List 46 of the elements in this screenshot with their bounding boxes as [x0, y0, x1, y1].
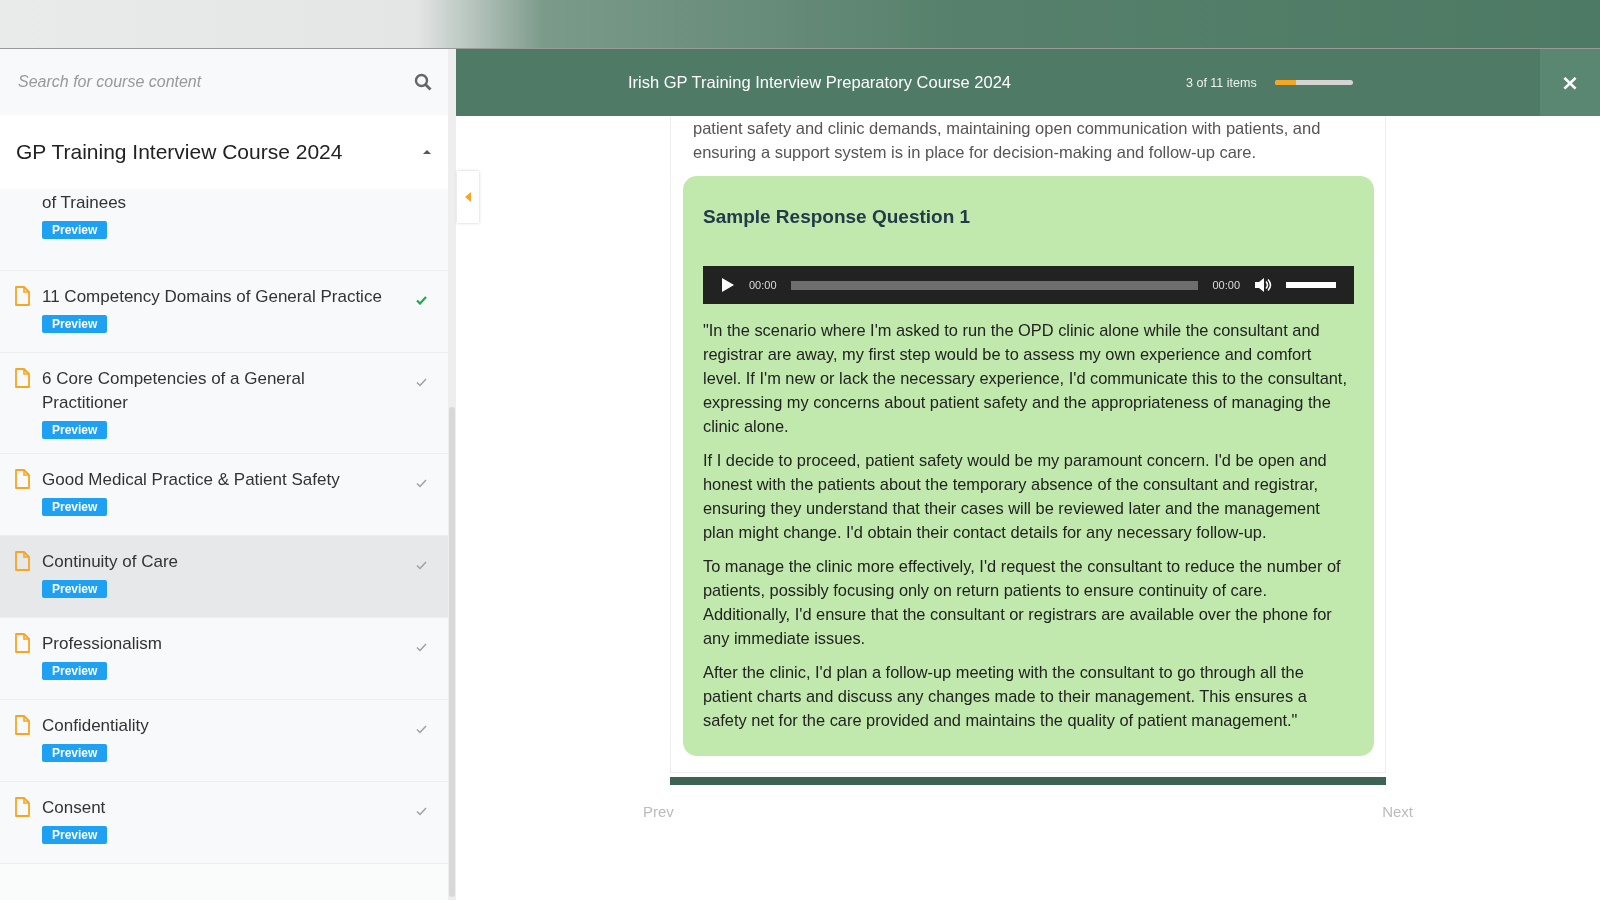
lesson-item[interactable]: Continuity of Care Preview [0, 536, 448, 618]
lesson-title: Professionalism [42, 633, 162, 655]
document-icon [14, 551, 30, 571]
response-paragraph: If I decide to proceed, patient safety would be my paramount concern. I'd be open and honest with the patients about the temporary absence of the consultant and registrar, ensuring they understand that their cases will be reviewed later and the management plan might change. I'd obtain their contact details for any necessary follow-up. [703, 450, 1328, 543]
document-icon [14, 368, 30, 388]
seek-bar[interactable] [790, 280, 1199, 290]
lesson-title: 6 Core Competencies of a General Practitioner [42, 368, 306, 414]
lesson-title: 11 Competency Domains of General Practice [42, 286, 382, 308]
play-icon[interactable] [721, 277, 735, 293]
response-paragraph: "In the scenario where I'm asked to run the OPD clinic alone while the consultant and registrar are away, my first step would be to assess my own experience and comfort level. If I'm new or lack the necessary experience, I'd communicate this to the consultant, expressing my concerns about patient safety and the appropriateness of managing the clinic alone. [703, 320, 1348, 437]
lesson-title: Good Medical Practice & Patient Safety [42, 469, 340, 491]
sidebar-toggle[interactable] [457, 171, 479, 223]
preview-badge: Preview [42, 221, 108, 239]
document-icon [14, 715, 30, 735]
lesson-title: of Trainees [42, 192, 127, 214]
caret-icon [465, 192, 471, 202]
preview-badge: Preview [42, 421, 108, 439]
collapse-icon[interactable] [422, 149, 432, 155]
current-time: 00:00 [749, 279, 777, 291]
response-paragraph: After the clinic, I'd plan a follow-up meeting with the consultant to go through all the patient charts and discuss any changes made to their management. This ensures a safety net for the care provided and maintains the quality of patient management." [703, 662, 1308, 731]
close-button[interactable]: × [1540, 49, 1600, 116]
search-field[interactable]: Search for course content [16, 72, 406, 92]
scrollbar[interactable] [449, 407, 455, 897]
section-title: GP Training Interview Course 2024 [16, 140, 343, 164]
panel-title: Sample Response Question 1 [703, 206, 972, 228]
response-paragraph: To manage the clinic more effectively, I'd request the consultant to reduce the number of patients, possibly focusing only on return patients to ensure continuity of care. Additionally, I'd ensure that the consultant or registrars are available over the phone for any immediate issues. [703, 556, 1342, 649]
lesson-title: Confidentiality [42, 715, 149, 737]
course-title: Irish GP Training Interview Preparatory Course 2024 [628, 73, 1013, 92]
preview-badge: Preview [42, 580, 108, 598]
lesson-title: Continuity of Care [42, 551, 179, 573]
document-icon [14, 469, 30, 489]
search-icon[interactable] [414, 73, 432, 91]
section-header[interactable]: GP Training Interview Course 2024 [0, 115, 448, 189]
document-icon [14, 797, 30, 817]
document-icon [14, 286, 30, 306]
intro-text: patient safety and clinic demands, maintaining open communication with patients, and ensuring a support system is in place for decision-making and follow-up care. [692, 118, 1322, 163]
speaker-icon[interactable] [1254, 277, 1272, 293]
preview-badge: Preview [42, 498, 108, 516]
preview-badge: Preview [42, 662, 108, 680]
duration-time: 00:00 [1212, 279, 1240, 291]
preview-badge: Preview [42, 826, 108, 844]
document-icon [14, 633, 30, 653]
preview-badge: Preview [42, 744, 108, 762]
lesson-title: Consent [42, 797, 106, 819]
progress-text: 3 of 11 items [1186, 75, 1257, 90]
preview-badge: Preview [42, 315, 108, 333]
